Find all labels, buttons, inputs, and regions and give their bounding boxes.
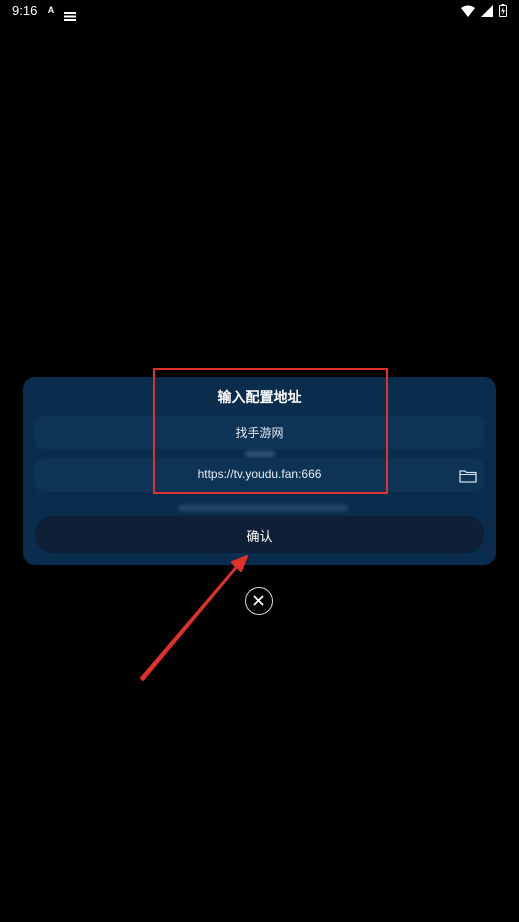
status-bar: 9:16 A (0, 0, 519, 24)
notification-badge-icon (64, 6, 76, 21)
status-time: 9:16 (12, 3, 38, 18)
status-right-icons (461, 2, 507, 21)
annotation-highlight-box (153, 368, 388, 494)
battery-icon (499, 2, 507, 21)
notification-app-icon: A (47, 5, 55, 15)
wifi-icon (461, 2, 475, 21)
signal-icon (481, 2, 493, 21)
folder-icon[interactable] (459, 468, 477, 483)
confirm-button-label: 确认 (246, 530, 273, 545)
confirm-button[interactable]: 确认 (35, 516, 484, 553)
blur-decoration (178, 505, 348, 511)
screen: 9:16 A 输入配置地址 找手游网 https://tv.youdu.fan:… (0, 0, 519, 922)
close-icon (253, 595, 264, 606)
close-button[interactable] (245, 587, 273, 615)
